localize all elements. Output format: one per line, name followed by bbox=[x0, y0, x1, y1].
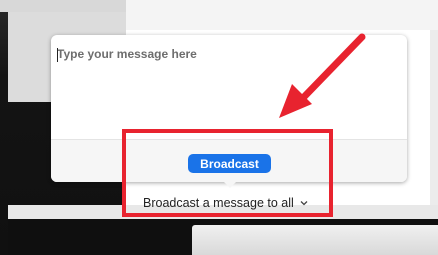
message-input[interactable] bbox=[57, 47, 397, 131]
background-right-edge bbox=[430, 30, 438, 220]
highlight-box-annotation bbox=[122, 129, 333, 217]
text-caret bbox=[57, 48, 58, 62]
background-bottom-panel bbox=[192, 225, 438, 255]
message-area bbox=[51, 35, 407, 140]
background-light-area bbox=[126, 0, 438, 30]
